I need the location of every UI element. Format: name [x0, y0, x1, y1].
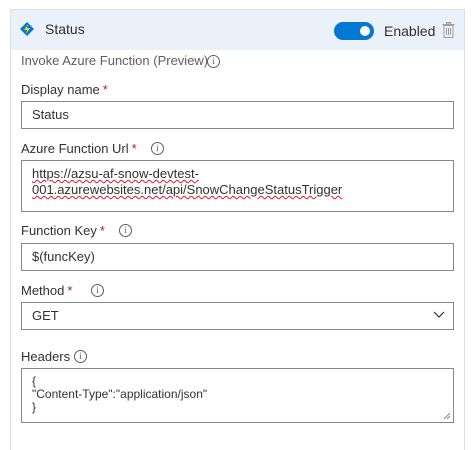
function-url-label-text: Azure Function Url — [21, 141, 129, 156]
function-key-value: $(funcKey) — [32, 249, 95, 264]
headers-label: Headers — [21, 349, 71, 364]
action-subtitle: Invoke Azure Function (Preview) — [21, 53, 209, 68]
function-url-input[interactable]: https://azsu-af-snow-devtest- 001.azurew… — [21, 160, 454, 212]
method-value: GET — [32, 308, 59, 323]
azure-function-icon — [20, 22, 34, 36]
display-name-label: Display name * — [21, 82, 108, 97]
method-label-text: Method — [21, 283, 65, 298]
function-key-label-text: Function Key — [21, 223, 97, 238]
method-label: Method * — [21, 283, 72, 298]
info-icon[interactable]: i — [74, 350, 87, 363]
trash-icon[interactable] — [442, 22, 455, 38]
info-icon[interactable]: i — [151, 142, 164, 155]
headers-line2: "Content-Type":"application/json" — [32, 387, 208, 401]
enabled-toggle[interactable] — [334, 22, 374, 40]
info-icon[interactable]: i — [119, 224, 132, 237]
headers-line3: } — [32, 400, 37, 414]
required-marker: * — [67, 283, 73, 298]
headers-textarea[interactable]: { "Content-Type":"application/json" } — [21, 368, 454, 423]
headers-line1: { — [32, 374, 37, 388]
required-marker: * — [99, 223, 105, 238]
action-header[interactable]: Status Enabled — [11, 10, 464, 50]
function-url-label: Azure Function Url * — [21, 141, 137, 156]
function-url-line1: https://azsu-af-snow-devtest- — [32, 166, 199, 181]
display-name-value: Status — [32, 107, 69, 122]
function-url-line2: 001.azurewebsites.net/api/SnowChangeStat… — [32, 182, 343, 197]
required-marker: * — [131, 141, 137, 156]
toggle-knob — [360, 26, 370, 36]
resize-grip-icon[interactable] — [443, 412, 451, 420]
info-icon[interactable]: i — [207, 55, 220, 68]
enabled-label: Enabled — [384, 23, 436, 39]
method-dropdown[interactable]: GET — [21, 302, 454, 330]
required-marker: * — [102, 82, 108, 97]
info-icon[interactable]: i — [91, 284, 104, 297]
chevron-down-icon — [433, 311, 445, 318]
display-name-input[interactable]: Status — [21, 101, 454, 129]
action-title: Status — [45, 21, 85, 37]
display-name-label-text: Display name — [21, 82, 100, 97]
action-panel: Status Enabled Invoke Azure Function (Pr… — [10, 9, 465, 450]
function-key-input[interactable]: $(funcKey) — [21, 243, 454, 271]
function-key-label: Function Key * — [21, 223, 105, 238]
